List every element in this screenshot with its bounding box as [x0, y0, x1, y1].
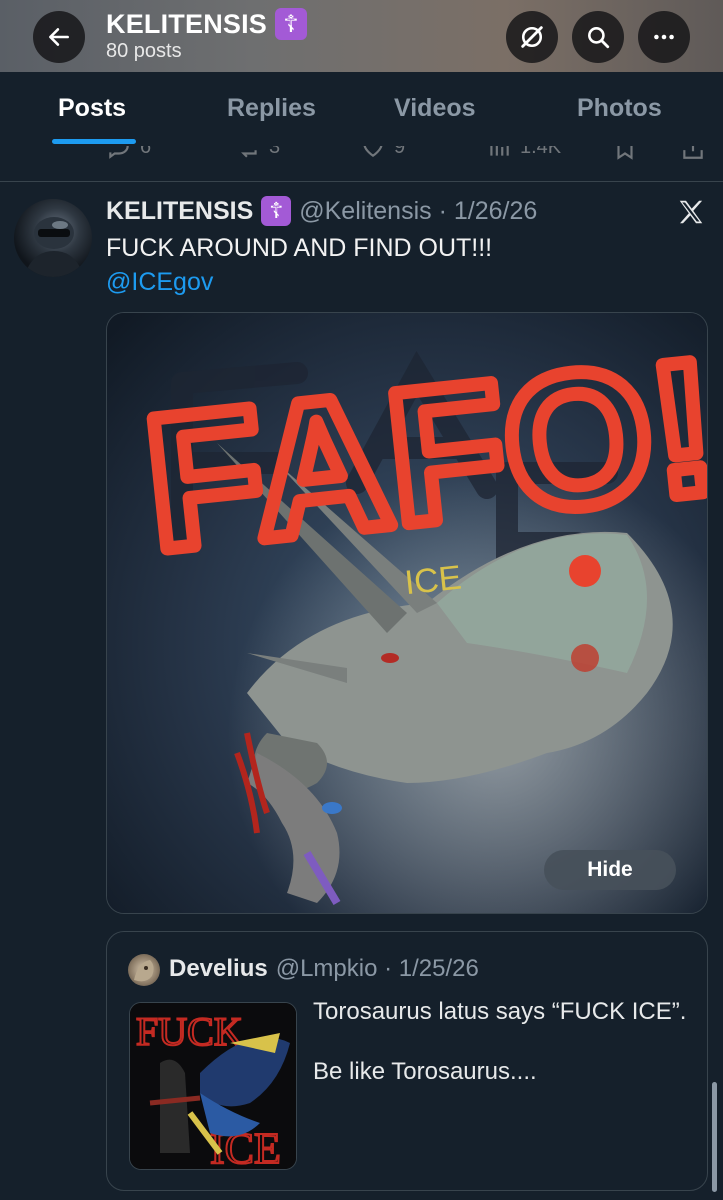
reply-count: 6	[140, 146, 152, 158]
grok-button[interactable]	[506, 11, 558, 63]
quoted-author-avatar[interactable]	[128, 954, 160, 986]
media-ice-label: ICE	[403, 559, 463, 603]
tab-replies[interactable]: Replies	[227, 94, 316, 123]
post-divider	[0, 181, 723, 182]
torosaurus-drawing: FUCK ICE	[130, 1003, 296, 1169]
share-icon[interactable]	[680, 146, 706, 160]
quoted-avatar-image	[134, 960, 154, 982]
views-icon	[490, 146, 509, 156]
repost-icon	[241, 150, 257, 158]
more-button[interactable]	[638, 11, 690, 63]
scrollbar[interactable]	[712, 1082, 717, 1192]
more-icon	[654, 34, 674, 40]
back-button[interactable]	[33, 11, 85, 63]
search-button[interactable]	[572, 11, 624, 63]
post-text: FUCK AROUND AND FIND OUT!!!	[106, 234, 493, 262]
avatar-image	[24, 217, 84, 277]
view-count: 1.4K	[520, 146, 562, 158]
quoted-text-line-2: Be like Torosaurus....	[313, 1058, 537, 1085]
post-count: 80 posts	[106, 40, 182, 62]
bookmark-icon[interactable]	[612, 146, 638, 160]
quoted-text-line-1: Torosaurus latus says “FUCK ICE”.	[313, 998, 687, 1025]
triceratops-drawing: ICE FAFO!	[107, 313, 707, 913]
author-name[interactable]: KELITENSIS	[106, 197, 253, 226]
quoted-post-image[interactable]: FUCK ICE	[129, 1002, 297, 1170]
quoted-author-handle-date[interactable]: @Lmpkio · 1/25/26	[276, 955, 479, 983]
quoted-post-header: Develius @Lmpkio · 1/25/26	[169, 955, 479, 983]
search-icon	[588, 27, 610, 49]
hide-media-button[interactable]: Hide	[544, 850, 676, 890]
previous-post-actions: 6 3 9 1.4K	[0, 146, 723, 160]
mention-link[interactable]: @ICEgov	[106, 268, 213, 297]
like-action[interactable]: 9	[360, 146, 405, 160]
author-handle-date[interactable]: @Kelitensis · 1/26/26	[299, 197, 537, 226]
profile-tabs: Posts Replies Videos Photos	[0, 72, 723, 146]
like-count: 9	[394, 146, 406, 158]
post-image[interactable]: ICE FAFO!	[106, 312, 708, 914]
profile-header: KELITENSIS ☦ 80 posts	[0, 0, 723, 72]
tab-videos[interactable]: Videos	[394, 94, 476, 123]
profile-name: KELITENSIS	[106, 8, 268, 39]
avatar[interactable]	[14, 199, 92, 277]
active-tab-indicator	[52, 139, 136, 144]
heart-icon	[363, 146, 383, 157]
orthodox-cross-badge: ☦	[275, 8, 308, 40]
repost-action[interactable]: 3	[235, 146, 280, 160]
thumb-text-top: FUCK	[136, 1009, 243, 1054]
reply-icon	[109, 146, 129, 159]
tab-photos[interactable]: Photos	[577, 94, 662, 123]
profile-title: KELITENSIS ☦	[106, 8, 308, 40]
quoted-post-text: Torosaurus latus says “FUCK ICE”. Be lik…	[313, 996, 693, 1088]
repost-count: 3	[269, 146, 281, 158]
reply-action[interactable]: 6	[106, 146, 151, 160]
quoted-author-name[interactable]: Develius	[169, 955, 268, 983]
tab-posts[interactable]: Posts	[58, 94, 126, 123]
x-logo-icon	[679, 200, 703, 224]
views-action[interactable]: 1.4K	[486, 146, 561, 160]
orthodox-cross-badge: ☦	[261, 196, 292, 226]
grok-icon	[521, 26, 543, 48]
back-arrow-icon	[49, 28, 69, 46]
post-header: KELITENSIS ☦ @Kelitensis · 1/26/26	[106, 196, 537, 226]
